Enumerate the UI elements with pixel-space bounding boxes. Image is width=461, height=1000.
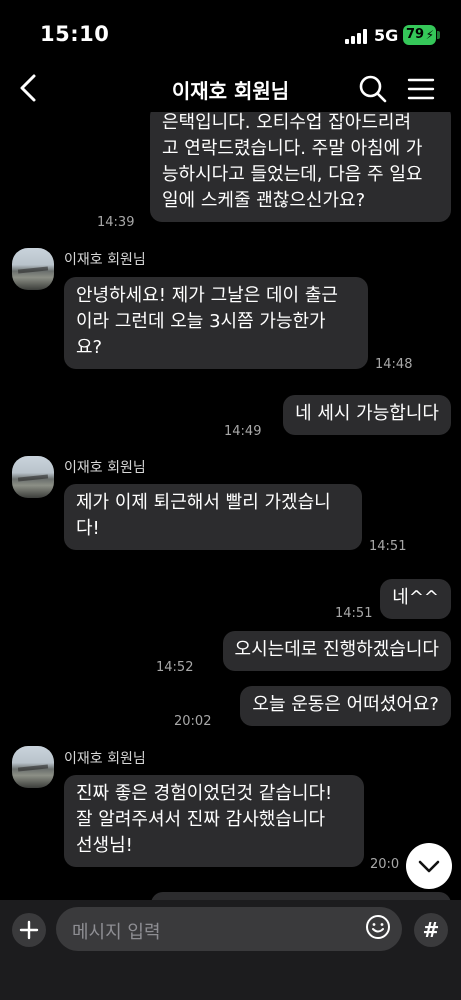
charging-bolt-icon: ⚡ xyxy=(425,28,434,42)
message-bubble-sent[interactable] xyxy=(151,892,451,900)
message-bubble-sent[interactable]: 은택입니다. 오티수업 잡아드리려 고 연락드렸습니다. 주말 아침에 가 능하… xyxy=(150,112,451,222)
message-input[interactable]: 메시지 입력 xyxy=(56,907,402,951)
message-time: 14:51 xyxy=(369,539,407,554)
battery-level: 79 xyxy=(406,27,425,42)
status-bar: 15:10 5G 79 ⚡ xyxy=(0,0,461,66)
battery-icon: 79 ⚡ xyxy=(403,25,436,45)
message-bubble-received[interactable]: 진짜 좋은 경험이었던것 같습니다! 잘 알려주셔서 진짜 감사했습니다 선생님… xyxy=(64,775,364,867)
message-time: 14:39 xyxy=(97,215,135,230)
message-time: 14:51 xyxy=(335,606,373,621)
search-button[interactable] xyxy=(356,72,390,106)
sender-name: 이재호 회원님 xyxy=(64,252,146,268)
scroll-to-bottom-button[interactable] xyxy=(406,843,452,889)
message-time: 20:02 xyxy=(174,714,212,729)
message-time: 20:0 xyxy=(370,857,400,872)
chat-header: 이재호 회원님 xyxy=(0,66,461,112)
network-type: 5G xyxy=(374,26,399,45)
avatar[interactable] xyxy=(12,746,54,788)
hashtag-button[interactable]: # xyxy=(414,913,448,947)
sender-name: 이재호 회원님 xyxy=(64,460,146,476)
message-time: 14:49 xyxy=(224,424,262,439)
message-input-bar: 메시지 입력 # xyxy=(0,900,461,1000)
message-time: 14:52 xyxy=(156,660,194,675)
message-time: 14:48 xyxy=(375,357,413,372)
signal-icon xyxy=(345,29,369,44)
status-time: 15:10 xyxy=(40,22,110,46)
sender-name: 이재호 회원님 xyxy=(64,751,146,767)
chat-title: 이재호 회원님 xyxy=(171,79,290,103)
menu-button[interactable] xyxy=(404,72,438,106)
message-input-placeholder: 메시지 입력 xyxy=(72,922,161,943)
message-bubble-sent[interactable]: 네^^ xyxy=(380,579,451,619)
search-icon xyxy=(359,75,387,103)
add-attachment-button[interactable] xyxy=(12,913,46,947)
message-bubble-received[interactable]: 제가 이제 퇴근해서 빨리 가겠습니 다! xyxy=(64,484,362,550)
avatar[interactable] xyxy=(12,248,54,290)
battery-tip xyxy=(437,31,440,39)
emoji-button[interactable] xyxy=(364,913,392,941)
message-bubble-received[interactable]: 안녕하세요! 제가 그날은 데이 출근 이라 그런데 오늘 3시쯤 가능한가 요… xyxy=(64,277,368,369)
chevron-down-icon xyxy=(418,860,440,873)
hashtag-icon: # xyxy=(422,918,440,942)
chat-message-list[interactable]: 은택입니다. 오티수업 잡아드리려 고 연락드렸습니다. 주말 아침에 가 능하… xyxy=(0,112,461,900)
message-bubble-sent[interactable]: 네 세시 가능합니다 xyxy=(283,395,451,435)
message-bubble-sent[interactable]: 오늘 운동은 어떠셨어요? xyxy=(240,686,451,726)
hamburger-menu-icon xyxy=(407,78,435,100)
smiley-icon xyxy=(366,915,390,939)
avatar[interactable] xyxy=(12,456,54,498)
plus-icon xyxy=(19,920,39,940)
message-bubble-sent[interactable]: 오시는데로 진행하겠습니다 xyxy=(222,631,451,671)
